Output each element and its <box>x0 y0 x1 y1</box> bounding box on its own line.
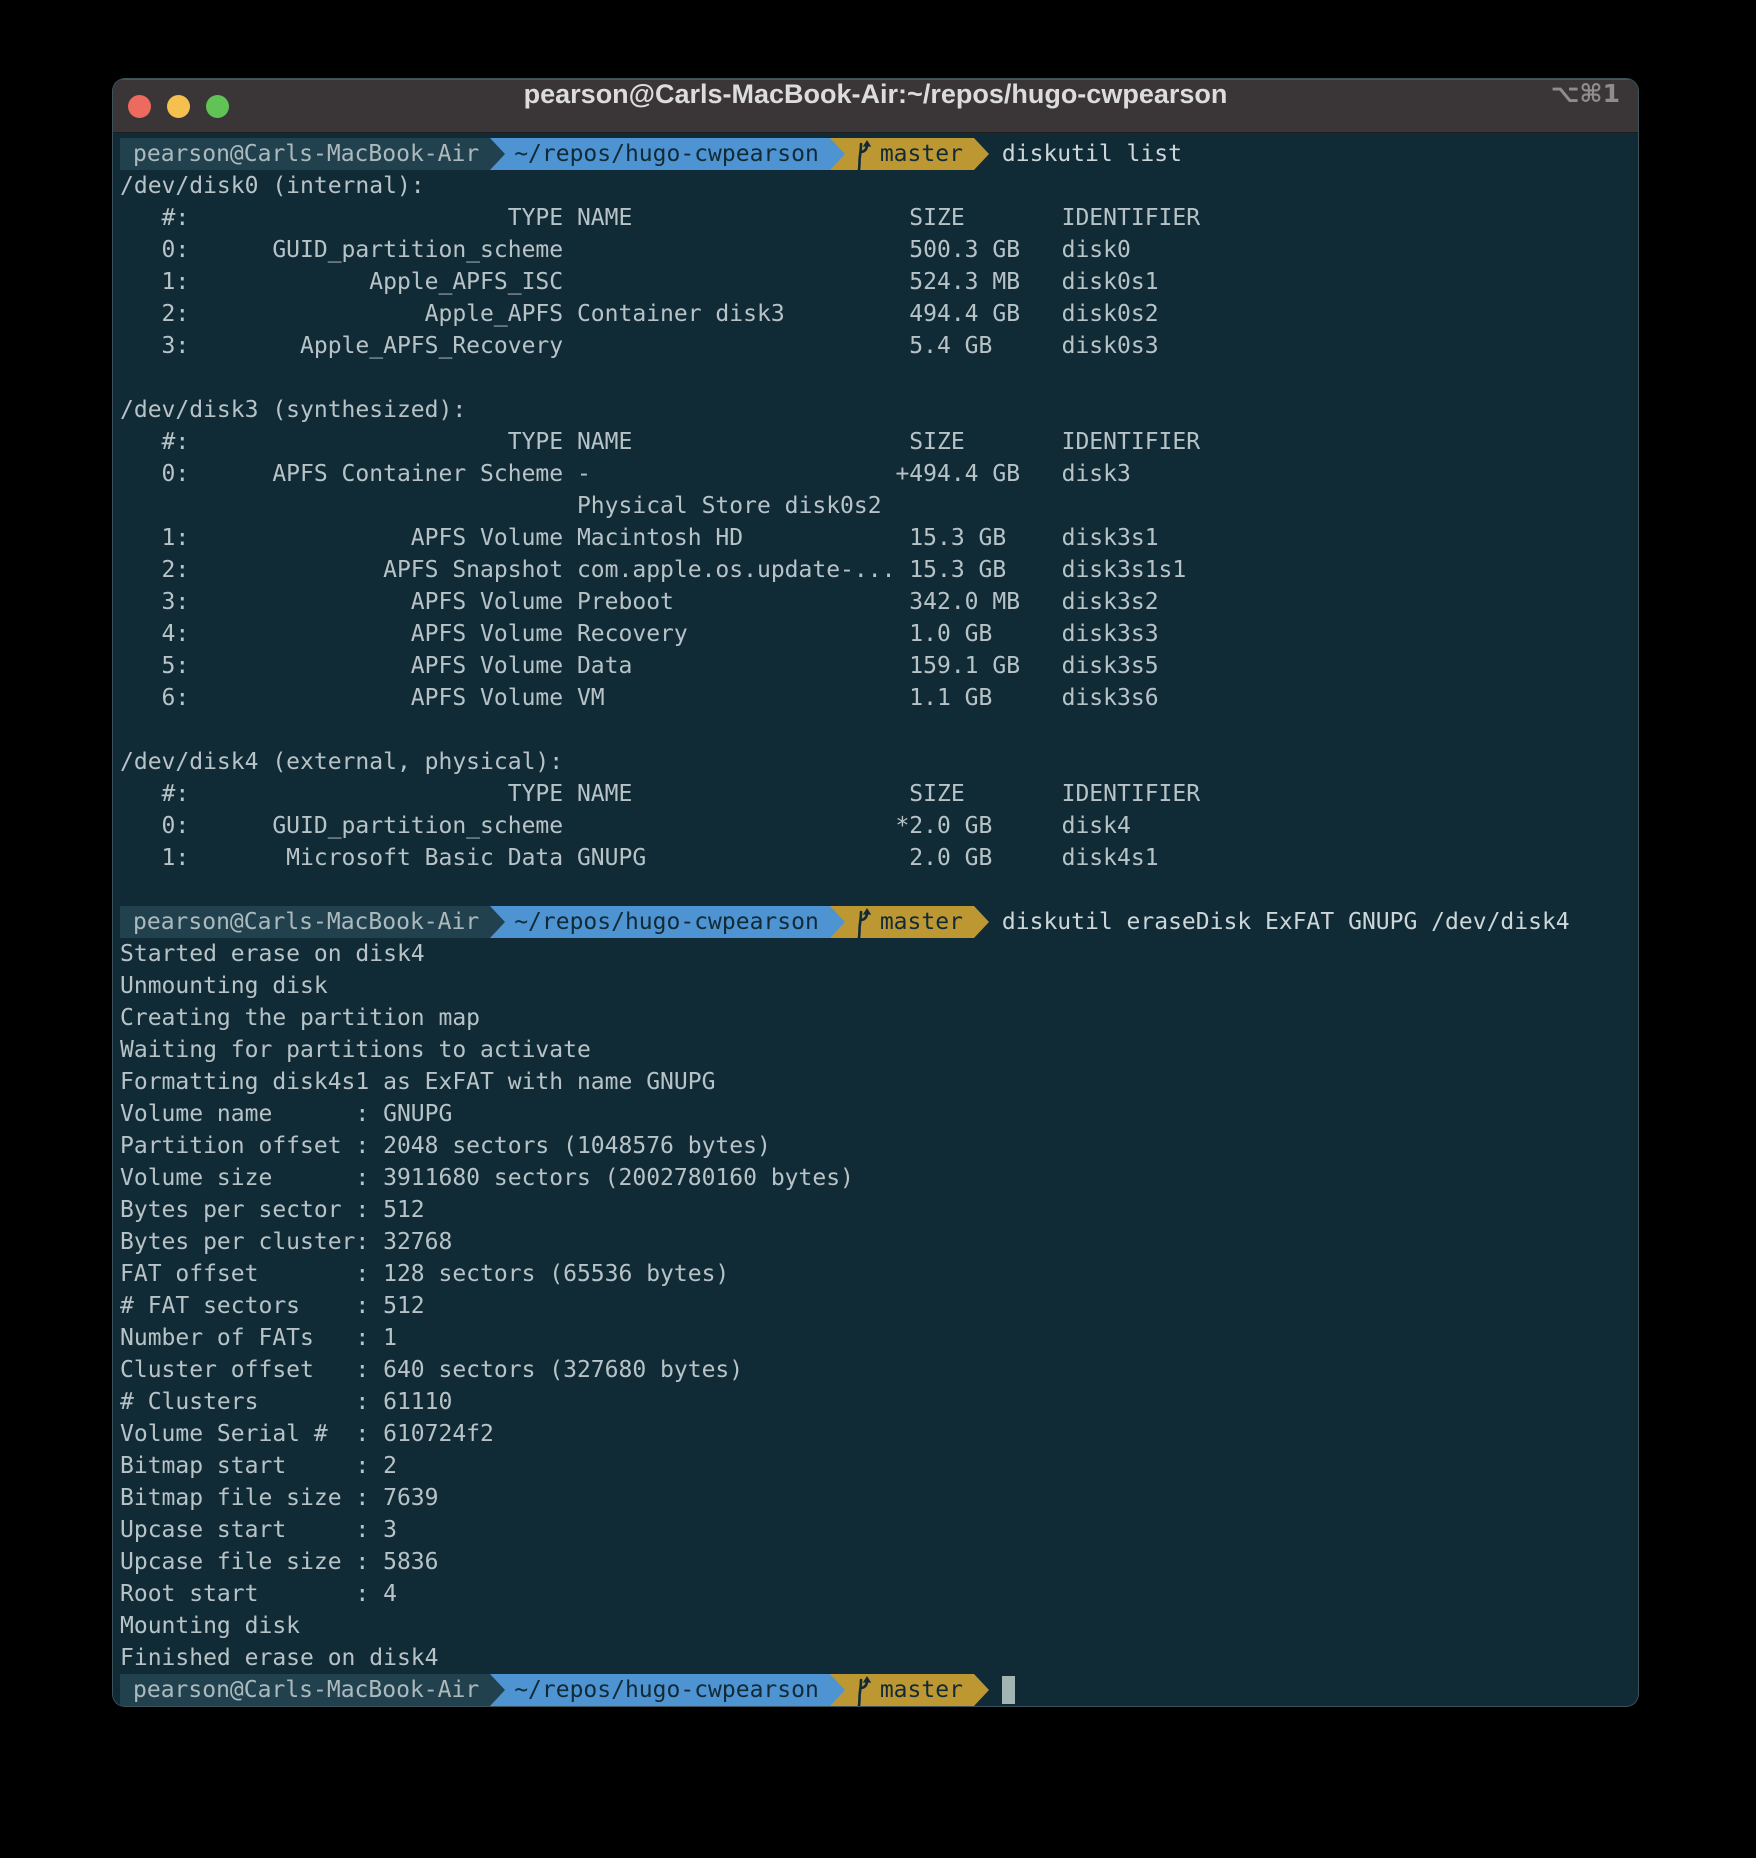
prompt-cwd: ~/repos/hugo-cwpearson <box>505 906 830 938</box>
command-text: diskutil eraseDisk ExFAT GNUPG /dev/disk… <box>989 906 1570 938</box>
powerline-arrow-icon <box>974 906 989 938</box>
prompt-git-branch: master <box>880 1674 963 1706</box>
window-shortcut-badge: ⌥⌘1 <box>1551 79 1620 133</box>
prompt-cwd: ~/repos/hugo-cwpearson <box>505 1674 830 1706</box>
diskutil-list-output: /dev/disk0 (internal): #: TYPE NAME SIZE… <box>120 170 1632 906</box>
prompt-git-segment: master <box>845 906 974 938</box>
git-branch-icon <box>853 1674 873 1707</box>
prompt-git-segment: master <box>845 1674 974 1706</box>
shell-prompt: pearson@Carls-MacBook-Air ~/repos/hugo-c… <box>120 138 1632 170</box>
powerline-arrow-icon <box>490 1674 505 1706</box>
terminal-screen[interactable]: pearson@Carls-MacBook-Air ~/repos/hugo-c… <box>113 133 1638 1707</box>
git-branch-icon <box>853 906 873 946</box>
prompt-user-host: pearson@Carls-MacBook-Air <box>120 138 490 170</box>
powerline-arrow-icon <box>974 138 989 170</box>
prompt-user-host: pearson@Carls-MacBook-Air <box>120 1674 490 1706</box>
git-branch-icon <box>853 138 873 178</box>
powerline-arrow-icon <box>830 906 845 938</box>
powerline-arrow-icon <box>490 906 505 938</box>
powerline-arrow-icon <box>974 1674 989 1706</box>
prompt-cwd: ~/repos/hugo-cwpearson <box>505 138 830 170</box>
powerline-arrow-icon <box>830 1674 845 1706</box>
prompt-git-segment: master <box>845 138 974 170</box>
command-text: diskutil list <box>989 138 1182 170</box>
prompt-git-branch: master <box>880 138 963 170</box>
terminal-cursor <box>1002 1676 1015 1704</box>
window-title: pearson@Carls-MacBook-Air:~/repos/hugo-c… <box>113 79 1638 133</box>
powerline-arrow-icon <box>830 138 845 170</box>
terminal-window: pearson@Carls-MacBook-Air:~/repos/hugo-c… <box>112 78 1639 1707</box>
powerline-arrow-icon <box>490 138 505 170</box>
prompt-git-branch: master <box>880 906 963 938</box>
titlebar[interactable]: pearson@Carls-MacBook-Air:~/repos/hugo-c… <box>113 79 1638 133</box>
erase-disk-output: Started erase on disk4 Unmounting disk C… <box>120 938 1632 1674</box>
prompt-user-host: pearson@Carls-MacBook-Air <box>120 906 490 938</box>
shell-prompt-current: pearson@Carls-MacBook-Air ~/repos/hugo-c… <box>120 1674 1632 1706</box>
shell-prompt: pearson@Carls-MacBook-Air ~/repos/hugo-c… <box>120 906 1632 938</box>
